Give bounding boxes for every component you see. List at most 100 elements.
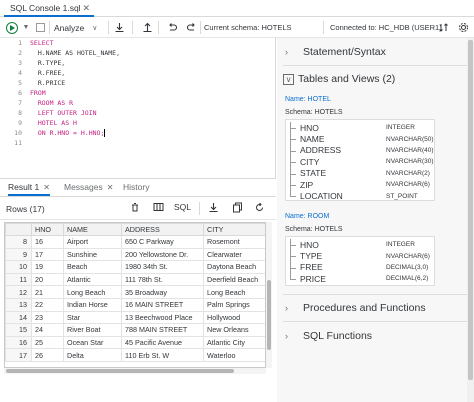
sort-button[interactable] xyxy=(436,20,450,35)
list-item[interactable]: TYPE NVARCHAR(6) xyxy=(286,250,436,262)
section-sql-functions[interactable]: › SQL Functions xyxy=(277,328,467,344)
list-item[interactable]: CITY NVARCHAR(30) xyxy=(286,156,436,168)
cell-city[interactable]: Waterloo xyxy=(203,348,265,362)
cell-name[interactable]: Long Beach xyxy=(63,285,122,299)
cell-address[interactable]: 13 Beechwood Place xyxy=(121,310,204,325)
result-grid[interactable]: HNO NAME ADDRESS CITY 8 16 Airport 650 C Pa… xyxy=(4,222,266,368)
cell-address[interactable]: 111 78th St. xyxy=(121,272,204,287)
cell-city[interactable]: New Orleans xyxy=(203,323,265,337)
list-item[interactable]: FREE DECIMAL(3,0) xyxy=(286,261,436,274)
object-name-hotel[interactable]: Name: HOTEL xyxy=(285,96,331,103)
cell-hno[interactable]: 21 xyxy=(31,285,64,299)
list-item[interactable]: LOCATION ST_POINT xyxy=(286,190,436,201)
cell-address[interactable]: 110 Erb St. W xyxy=(121,348,204,362)
upload-button[interactable] xyxy=(140,20,154,35)
redo-button[interactable] xyxy=(184,20,198,35)
cell-city[interactable]: Daytona Beach xyxy=(203,260,265,274)
cell-address[interactable]: 1980 34th St. xyxy=(121,260,204,274)
list-item[interactable]: HNO INTEGER xyxy=(286,239,436,251)
cell-city[interactable]: Palm Springs xyxy=(203,297,265,312)
cell-name[interactable]: Atlantic xyxy=(63,272,122,287)
settings-button[interactable] xyxy=(456,20,470,35)
cell-hno[interactable]: 22 xyxy=(31,297,64,312)
section-procedures-functions[interactable]: › Procedures and Functions xyxy=(277,300,467,316)
column-filter-button[interactable] xyxy=(153,202,164,214)
cell-hno[interactable]: 26 xyxy=(31,348,64,362)
object-name-room[interactable]: Name: ROOM xyxy=(285,213,329,220)
cell-city[interactable]: Deerfield Beach xyxy=(203,272,265,287)
section-statement-syntax[interactable]: › Statement/Syntax xyxy=(277,44,467,60)
undo-button[interactable] xyxy=(165,20,179,35)
refresh-button[interactable] xyxy=(254,202,265,215)
tab-history[interactable]: History xyxy=(123,182,149,196)
row-count-settings-button[interactable] xyxy=(130,202,140,214)
table-row[interactable]: 13 22 Indian Horse 16 MAIN STREET Palm Sprin… xyxy=(5,297,265,312)
column-header-city[interactable]: CITY xyxy=(203,223,265,236)
copy-button[interactable] xyxy=(232,202,243,215)
cell-address[interactable]: 35 Broadway xyxy=(121,285,204,299)
column-header-name[interactable]: NAME xyxy=(63,223,122,236)
table-row[interactable]: 10 19 Beach 1980 34th St. Daytona Beach xyxy=(5,260,265,274)
close-tab-icon[interactable]: ✕ xyxy=(82,3,90,14)
table-row[interactable]: 8 16 Airport 650 C Parkway Rosemont xyxy=(5,235,265,249)
grid-horizontal-scrollbar[interactable] xyxy=(4,368,266,374)
run-options-chevron-icon[interactable]: ▼ xyxy=(20,20,32,35)
list-item[interactable]: PRICE DECIMAL(6,2) xyxy=(286,273,436,284)
list-item[interactable]: ADDRESS NVARCHAR(40) xyxy=(286,144,436,157)
download-button[interactable] xyxy=(112,20,126,35)
cell-hno[interactable]: 17 xyxy=(31,247,64,262)
connection-label[interactable]: Connected to: HC_HDB (USER1) xyxy=(330,23,442,32)
cell-name[interactable]: Star xyxy=(63,310,122,325)
list-item[interactable]: ZIP NVARCHAR(6) xyxy=(286,179,436,191)
run-button[interactable] xyxy=(5,20,19,35)
stop-button[interactable] xyxy=(34,20,47,35)
list-item[interactable]: NAME NVARCHAR(50) xyxy=(286,133,436,145)
cell-city[interactable]: Clearwater xyxy=(203,247,265,262)
cell-city[interactable]: Long Beach xyxy=(203,285,265,299)
cell-name[interactable]: Airport xyxy=(63,235,122,249)
scrollbar-thumb[interactable] xyxy=(468,40,473,380)
grid-vertical-scrollbar[interactable] xyxy=(266,222,272,368)
table-row[interactable]: 17 26 Delta 110 Erb St. W Waterloo xyxy=(5,348,265,362)
tab-sql-console[interactable]: SQL Console 1.sql ✕ xyxy=(4,0,94,17)
panel-vertical-scrollbar[interactable] xyxy=(467,38,474,402)
export-button[interactable] xyxy=(208,202,219,215)
table-row[interactable]: 14 23 Star 13 Beechwood Place Hollywood xyxy=(5,310,265,325)
cell-city[interactable]: Rosemont xyxy=(203,235,265,249)
column-header-hno[interactable]: HNO xyxy=(31,223,64,236)
tab-result-1[interactable]: Result 1 ✕ xyxy=(8,182,50,196)
current-schema-label[interactable]: Current schema: HOTELS xyxy=(204,23,292,32)
cell-name[interactable]: River Boat xyxy=(63,323,122,337)
cell-address[interactable]: 650 C Parkway xyxy=(121,235,204,249)
list-item[interactable]: HNO INTEGER xyxy=(286,122,436,134)
cell-name[interactable]: Beach xyxy=(63,260,122,274)
table-row[interactable]: 16 25 Ocean Star 45 Pacific Avenue Atlantic … xyxy=(5,335,265,350)
cell-name[interactable]: Ocean Star xyxy=(63,335,122,350)
analyze-button[interactable]: Analyze ∨ xyxy=(54,20,104,35)
close-icon[interactable]: ✕ xyxy=(43,183,50,192)
cell-address[interactable]: 16 MAIN STREET xyxy=(121,297,204,312)
table-row[interactable]: 12 21 Long Beach 35 Broadway Long Beach xyxy=(5,285,265,299)
cell-hno[interactable]: 20 xyxy=(31,272,64,287)
cell-name[interactable]: Delta xyxy=(63,348,122,362)
cell-address[interactable]: 200 Yellowstone Dr. xyxy=(121,247,204,262)
table-row[interactable]: 9 17 Sunshine 200 Yellowstone Dr. Clearwater xyxy=(5,247,265,262)
cell-hno[interactable]: 19 xyxy=(31,260,64,274)
list-item[interactable]: STATE NVARCHAR(2) xyxy=(286,167,436,179)
close-icon[interactable]: ✕ xyxy=(107,183,114,192)
cell-address[interactable]: 788 MAIN STREET xyxy=(121,323,204,337)
section-tables-views[interactable]: ∨ Tables and Views (2) xyxy=(277,71,467,87)
cell-name[interactable]: Indian Horse xyxy=(63,297,122,312)
cell-name[interactable]: Sunshine xyxy=(63,247,122,262)
scrollbar-thumb[interactable] xyxy=(267,280,271,350)
cell-hno[interactable]: 23 xyxy=(31,310,64,325)
cell-hno[interactable]: 16 xyxy=(31,235,64,249)
sql-button[interactable]: SQL xyxy=(174,202,191,212)
cell-hno[interactable]: 24 xyxy=(31,323,64,337)
column-header-address[interactable]: ADDRESS xyxy=(121,223,204,236)
cell-city[interactable]: Atlantic City xyxy=(203,335,265,350)
cell-city[interactable]: Hollywood xyxy=(203,310,265,325)
column-header-index[interactable] xyxy=(5,223,32,236)
table-row[interactable]: 15 24 River Boat 788 MAIN STREET New Orleans xyxy=(5,323,265,337)
cell-hno[interactable]: 25 xyxy=(31,335,64,350)
